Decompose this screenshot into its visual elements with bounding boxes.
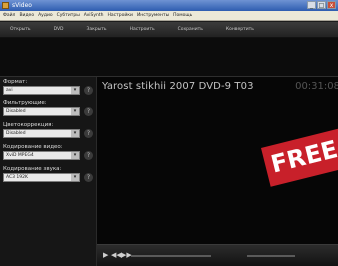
maximize-button[interactable]: □ xyxy=(317,1,326,9)
chevron-down-icon: ▾ xyxy=(71,130,79,137)
volume-slider[interactable] xyxy=(247,255,295,257)
menu-tools[interactable]: Инструменты xyxy=(137,13,169,18)
color-correction-select[interactable]: Disabled ▾ xyxy=(3,129,80,138)
app-icon xyxy=(2,2,9,9)
menu-subtitles[interactable]: Субтитры xyxy=(57,13,80,18)
app-window: sVideo _ □ x Файл Видео Аудио Субтитры A… xyxy=(0,0,338,266)
info-strip xyxy=(0,38,338,77)
toolbar: Открыть DVD Закрыть Настроить Сохранить … xyxy=(0,22,338,38)
color-correction-field: Цветокоррекция: Disabled ▾ ? xyxy=(3,122,93,138)
seek-bar[interactable] xyxy=(131,255,211,257)
title-bar: sVideo _ □ x xyxy=(0,0,338,11)
filters-value: Disabled xyxy=(6,109,26,114)
close-button[interactable]: x xyxy=(327,1,336,9)
chevron-down-icon: ▾ xyxy=(71,108,79,115)
menu-bar: Файл Видео Аудио Субтитры AviSynth Настр… xyxy=(0,11,338,21)
minimize-button[interactable]: _ xyxy=(307,1,316,9)
save-button[interactable]: Сохранить xyxy=(178,27,203,32)
filters-select[interactable]: Disabled ▾ xyxy=(3,107,80,116)
format-value: avi xyxy=(6,88,13,93)
open-button[interactable]: Открыть xyxy=(10,27,31,32)
menu-video[interactable]: Видео xyxy=(19,13,34,18)
filters-label: Фильтрующие: xyxy=(3,100,47,106)
video-codec-label: Кодирование видео: xyxy=(3,144,63,150)
color-correction-value: Disabled xyxy=(6,131,26,136)
format-field: Формат: avi ▾ ? xyxy=(3,79,93,95)
video-codec-select[interactable]: XviD MPEG4 ▾ xyxy=(3,151,80,160)
configure-button[interactable]: Настроить xyxy=(130,27,155,32)
chevron-down-icon: ▾ xyxy=(71,152,79,159)
info-icon[interactable]: ? xyxy=(84,151,93,160)
info-icon[interactable]: ? xyxy=(84,86,93,95)
menu-audio[interactable]: Аудио xyxy=(38,13,53,18)
dvd-button[interactable]: DVD xyxy=(54,27,64,32)
chevron-down-icon: ▾ xyxy=(71,87,79,94)
player-controls: ▶ ◀◀ ▶▶ xyxy=(97,244,338,266)
color-correction-label: Цветокоррекция: xyxy=(3,122,54,128)
audio-codec-label: Кодирование звука: xyxy=(3,166,62,172)
audio-codec-select[interactable]: AC3 192K ▾ xyxy=(3,173,80,182)
video-codec-field: Кодирование видео: XviD MPEG4 ▾ ? xyxy=(3,144,93,160)
menu-help[interactable]: Помощь xyxy=(173,13,192,18)
filters-field: Фильтрующие: Disabled ▾ ? xyxy=(3,100,93,116)
chevron-down-icon: ▾ xyxy=(71,174,79,181)
info-icon[interactable]: ? xyxy=(84,107,93,116)
convert-button[interactable]: Конвертить xyxy=(226,27,254,32)
play-icon[interactable]: ▶ xyxy=(103,251,108,259)
format-select[interactable]: avi ▾ xyxy=(3,86,80,95)
video-time: 00:31:08 xyxy=(295,81,338,92)
settings-sidebar: Формат: avi ▾ ? Фильтрующие: Disabled ▾ … xyxy=(0,77,97,266)
window-title: sVideo xyxy=(12,2,32,9)
video-codec-value: XviD MPEG4 xyxy=(6,153,34,158)
audio-codec-value: AC3 192K xyxy=(6,175,28,180)
close-file-button[interactable]: Закрыть xyxy=(87,27,107,32)
audio-codec-field: Кодирование звука: AC3 192K ▾ ? xyxy=(3,166,93,182)
menu-avisynth[interactable]: AviSynth xyxy=(84,13,104,18)
window-controls: _ □ x xyxy=(307,1,336,9)
menu-file[interactable]: Файл xyxy=(3,13,15,18)
video-title: Yarost stikhii 2007 DVD-9 T03 xyxy=(102,81,254,92)
menu-settings[interactable]: Настройки xyxy=(108,13,133,18)
info-icon[interactable]: ? xyxy=(84,129,93,138)
format-label: Формат: xyxy=(3,79,28,85)
info-icon[interactable]: ? xyxy=(84,173,93,182)
